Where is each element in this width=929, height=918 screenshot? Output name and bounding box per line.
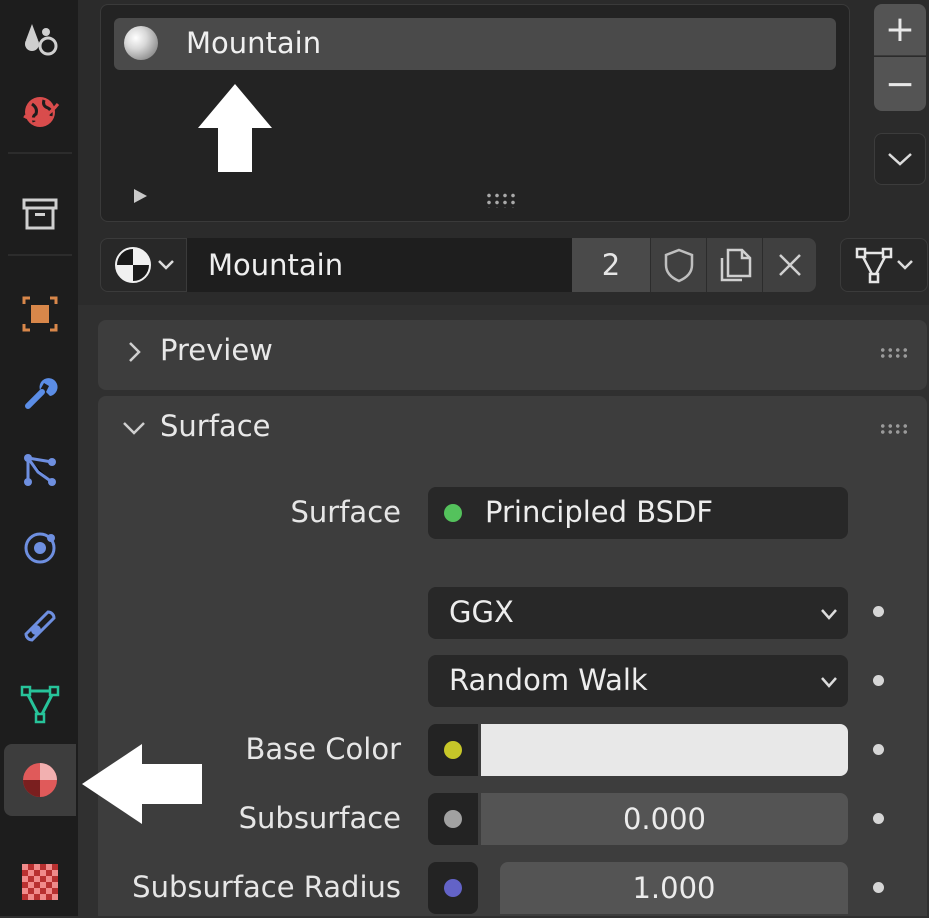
tab-divider xyxy=(8,254,72,256)
drag-grip-icon[interactable] xyxy=(879,423,909,435)
tab-divider xyxy=(8,152,72,154)
mesh-data-icon xyxy=(855,247,893,284)
tab-constraints[interactable] xyxy=(4,590,76,662)
browse-material-button[interactable] xyxy=(100,238,187,292)
color-socket-icon xyxy=(444,741,462,759)
duplicate-material-button[interactable] xyxy=(706,238,762,292)
drag-grip-icon[interactable] xyxy=(879,347,909,359)
tool-icon xyxy=(25,24,58,56)
chevron-down-icon xyxy=(123,422,145,435)
chevron-down-icon xyxy=(821,677,837,688)
chevron-down-icon xyxy=(888,153,912,166)
subsurface-method-dropdown[interactable]: Random Walk xyxy=(428,655,848,707)
surface-panel-header[interactable]: Surface xyxy=(98,396,927,462)
close-icon xyxy=(778,254,801,276)
material-preview-icon xyxy=(124,26,158,60)
resize-grip-icon[interactable] xyxy=(485,192,517,208)
base-color-label: Base Color xyxy=(245,732,401,766)
chevron-down-icon xyxy=(821,609,837,620)
modifier-icon xyxy=(25,378,58,409)
preview-panel-title: Preview xyxy=(160,333,273,367)
surface-shader-selector[interactable]: Principled BSDF xyxy=(428,487,848,539)
tab-tool[interactable] xyxy=(4,4,76,76)
fake-user-button[interactable] xyxy=(650,238,706,292)
material-datablock-selector: Mountain 2 xyxy=(100,238,816,292)
add-slot-button[interactable]: + xyxy=(874,4,926,56)
keyframe-dot-icon[interactable] xyxy=(873,813,884,824)
tab-texture[interactable] xyxy=(4,846,76,918)
user-count-button[interactable]: 2 xyxy=(572,238,650,292)
vector-socket-icon xyxy=(444,879,462,897)
subsurface-radius-value-field[interactable]: 1.000 xyxy=(500,862,848,914)
base-color-socket-button[interactable] xyxy=(428,724,478,776)
world-icon xyxy=(23,97,60,127)
collection-icon xyxy=(22,198,58,230)
float-socket-icon xyxy=(444,810,462,828)
texture-icon xyxy=(22,864,58,900)
remove-slot-button[interactable]: − xyxy=(874,57,926,111)
shield-icon xyxy=(664,248,693,283)
particles-icon xyxy=(24,454,56,486)
distribution-value: GGX xyxy=(449,595,514,629)
tab-modifiers[interactable] xyxy=(4,356,76,428)
shader-socket-icon xyxy=(444,504,462,522)
preview-panel-header[interactable]: Preview xyxy=(98,320,927,386)
chevron-down-icon xyxy=(157,260,174,270)
slot-specials-menu-button[interactable] xyxy=(874,133,926,185)
distribution-dropdown[interactable]: GGX xyxy=(428,587,848,639)
chevron-right-icon xyxy=(129,342,141,362)
subsurface-value-field[interactable]: 0.000 xyxy=(481,793,848,845)
object-data-icon xyxy=(20,685,60,724)
tab-collection[interactable] xyxy=(4,178,76,250)
duplicate-icon xyxy=(720,248,751,282)
subsurface-radius-label: Subsurface Radius xyxy=(132,870,401,904)
tab-physics[interactable] xyxy=(4,512,76,584)
annotation-arrow-left-icon xyxy=(82,744,202,824)
constraints-icon xyxy=(24,610,56,642)
expand-triangle-icon[interactable] xyxy=(131,187,149,205)
physics-icon xyxy=(24,532,56,564)
surface-shader-value: Principled BSDF xyxy=(485,495,714,529)
tab-object[interactable] xyxy=(4,278,76,350)
surface-panel-title: Surface xyxy=(160,409,271,443)
tab-particles[interactable] xyxy=(4,434,76,506)
subsurface-radius-socket-button[interactable] xyxy=(428,862,478,914)
material-icon xyxy=(23,763,57,797)
tab-material[interactable] xyxy=(4,744,76,816)
tab-object-data[interactable] xyxy=(4,668,76,740)
base-color-swatch[interactable] xyxy=(481,724,848,776)
surface-shader-label: Surface xyxy=(290,495,401,529)
properties-tab-strip xyxy=(0,0,78,916)
material-slot-item[interactable]: Mountain xyxy=(114,18,836,70)
material-slot-name: Mountain xyxy=(186,26,322,60)
keyframe-dot-icon[interactable] xyxy=(873,675,884,686)
annotation-arrow-up-icon xyxy=(198,84,272,172)
unlink-material-button[interactable] xyxy=(762,238,816,292)
keyframe-dot-icon[interactable] xyxy=(873,882,884,893)
keyframe-dot-icon[interactable] xyxy=(873,606,884,617)
subsurface-socket-button[interactable] xyxy=(428,793,478,845)
object-icon xyxy=(22,296,58,332)
keyframe-dot-icon[interactable] xyxy=(873,744,884,755)
link-type-dropdown[interactable] xyxy=(840,238,928,292)
subsurface-label: Subsurface xyxy=(238,801,401,835)
chevron-down-icon xyxy=(897,260,913,270)
tab-world[interactable] xyxy=(4,76,76,148)
subsurface-method-value: Random Walk xyxy=(449,663,648,697)
preview-panel: Preview xyxy=(98,320,927,390)
material-browse-icon xyxy=(114,247,151,283)
